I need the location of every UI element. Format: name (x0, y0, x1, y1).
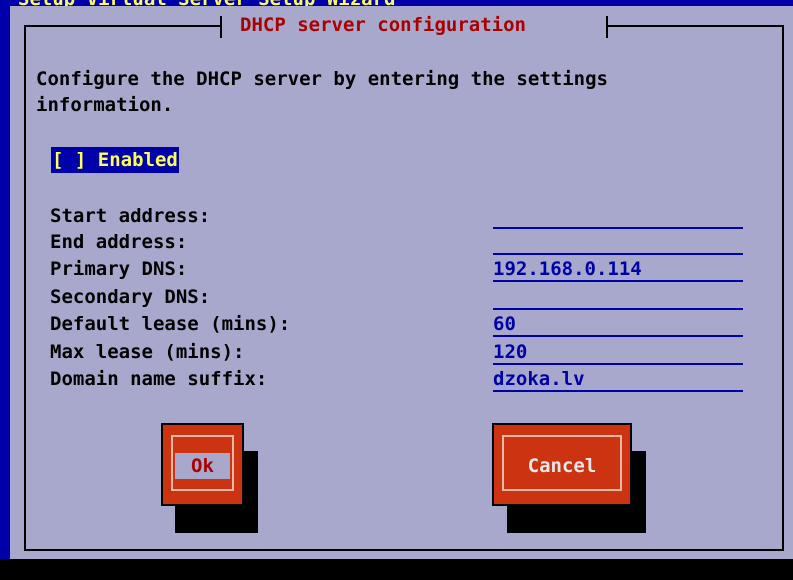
cancel-button[interactable]: Cancel (492, 423, 632, 506)
end-address-field[interactable] (493, 229, 743, 255)
ok-button-label: Ok (191, 455, 214, 477)
start-address-field[interactable] (493, 203, 743, 229)
title-right-bracket (606, 16, 608, 38)
enabled-checkbox[interactable]: [ ] Enabled (51, 147, 179, 173)
default-lease-label: Default lease (mins): (50, 313, 291, 335)
domain-suffix-label: Domain name suffix: (50, 368, 268, 390)
secondary-dns-field[interactable] (493, 284, 743, 310)
max-lease-value: 120 (493, 341, 528, 363)
bottom-status-bar (0, 559, 793, 580)
dialog-title: DHCP server configuration (240, 14, 526, 36)
ok-button[interactable]: Ok (161, 423, 244, 506)
primary-dns-field[interactable]: 192.168.0.114 (493, 256, 743, 282)
secondary-dns-label: Secondary DNS: (50, 286, 211, 308)
primary-dns-value: 192.168.0.114 (493, 258, 642, 280)
dialog-description: Configure the DHCP server by entering th… (36, 68, 608, 116)
primary-dns-label: Primary DNS: (50, 258, 188, 280)
domain-suffix-value: dzoka.lv (493, 368, 585, 390)
title-left-bracket (220, 16, 222, 38)
start-address-label: Start address: (50, 205, 211, 227)
end-address-label: End address: (50, 231, 188, 253)
domain-suffix-field[interactable]: dzoka.lv (493, 366, 743, 392)
max-lease-field[interactable]: 120 (493, 339, 743, 365)
cancel-button-label: Cancel (527, 455, 597, 477)
max-lease-label: Max lease (mins): (50, 341, 245, 363)
default-lease-value: 60 (493, 313, 516, 335)
default-lease-field[interactable]: 60 (493, 311, 743, 337)
